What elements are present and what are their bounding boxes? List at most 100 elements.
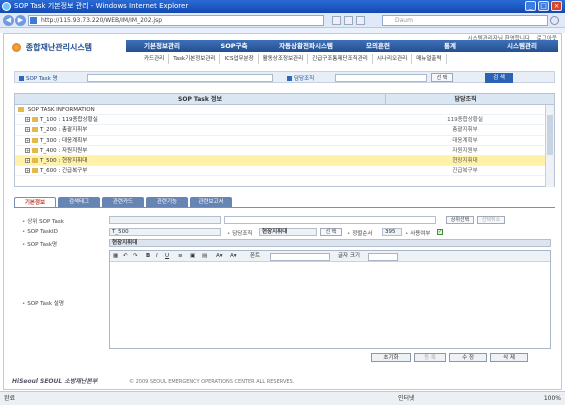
row-name: T_100 : 119종합상황실 — [40, 117, 98, 124]
tab-basic-info[interactable]: 기본정보 — [14, 197, 56, 207]
row-name: T_600 : 긴급복구부 — [40, 168, 88, 175]
submenu-item[interactable]: 긴급구조통제단조직관리 — [308, 54, 373, 64]
table-row[interactable]: + T_200 : 총괄지휘부 총괄지휘부 — [15, 125, 554, 136]
menu-item[interactable]: 통계 — [414, 40, 486, 52]
org-search-input[interactable] — [335, 74, 427, 82]
table-row[interactable]: + T_600 : 긴급복구부 긴급복구부 — [15, 166, 554, 177]
page-icon — [30, 17, 37, 24]
parent-select-button[interactable]: 상위선택 — [446, 216, 474, 224]
reset-button[interactable]: 초기화 — [371, 353, 411, 362]
parent-task-input[interactable] — [109, 216, 221, 224]
undo-icon[interactable]: ↶ — [123, 251, 128, 262]
folder-icon — [32, 137, 38, 143]
register-button[interactable]: 등 록 — [414, 353, 446, 362]
submenu-item[interactable]: Task기본정보관리 — [169, 54, 221, 64]
search-row: SOP Task 명 담당조직 선 택 검 색 — [14, 71, 555, 83]
folder-icon — [32, 117, 38, 123]
folder-icon — [32, 168, 38, 174]
table-row-selected[interactable]: + T_500 : 현장지휘대 현장지휘대 — [15, 155, 554, 167]
grid-header: SOP Task 정보 담당조직 — [15, 94, 554, 105]
sop-task-search-input[interactable] — [87, 74, 273, 82]
forward-icon[interactable]: ▶ — [15, 15, 26, 26]
detail-tabs: 기본정보 검색태그 관련카드 관련기능 관련보고서 — [14, 197, 232, 207]
use-checkbox[interactable]: ✓ — [437, 229, 443, 235]
grid-scrollbar[interactable] — [545, 105, 554, 187]
tree-root-label: SOP TASK INFORMATION — [27, 107, 95, 113]
tab-related-function[interactable]: 관련기능 — [146, 197, 188, 207]
row-name: T_400 : 자원지원부 — [40, 147, 88, 154]
table-row[interactable]: + T_300 : 대응계획부 대응계획부 — [15, 136, 554, 146]
stop-icon[interactable] — [356, 16, 365, 25]
italic-icon[interactable]: I — [156, 251, 158, 262]
menu-item[interactable]: 시스템관리 — [486, 40, 558, 52]
url-field[interactable]: http://115.93.73.220/WEB/IM/IM_202.jsp — [28, 15, 324, 26]
minimize-button[interactable]: _ — [525, 1, 536, 11]
modify-button[interactable]: 수 정 — [449, 353, 487, 362]
col-header-org: 담당조직 — [385, 94, 545, 105]
maximize-button[interactable]: □ — [538, 1, 549, 11]
task-tree-grid: SOP Task 정보 담당조직 SOP TASK INFORMATION + T… — [14, 93, 555, 187]
tree-root[interactable]: SOP TASK INFORMATION — [15, 105, 554, 116]
submenu-item[interactable]: 활동상조정보관리 — [259, 54, 309, 64]
org-select-button[interactable]: 선 택 — [431, 73, 453, 82]
zoom-level[interactable]: 100% — [544, 392, 561, 405]
font-size-select[interactable] — [368, 253, 398, 261]
task-name-input[interactable]: 현장지휘대 — [109, 239, 551, 247]
detail-form: 상위 SOP Task 상위선택 선택취소 SOP TaskID T_500 담… — [14, 211, 555, 349]
row-org: 대응계획부 — [452, 137, 478, 144]
bold-icon[interactable]: B — [146, 251, 150, 262]
org-input[interactable]: 현장지휘대 — [259, 228, 317, 236]
image-icon[interactable]: ▣ — [190, 251, 195, 262]
table-row[interactable]: + T_400 : 자원지원부 자원지원부 — [15, 146, 554, 156]
parent-clear-button[interactable]: 선택취소 — [477, 216, 505, 224]
redo-icon[interactable]: ↷ — [133, 251, 138, 262]
tab-divider — [14, 207, 555, 208]
align-left-icon[interactable]: ≡ — [178, 251, 183, 262]
order-label: 정렬순서 — [347, 231, 373, 237]
submenu-item[interactable]: 카드관리 — [140, 54, 170, 64]
search-button[interactable]: 검 색 — [485, 73, 513, 83]
back-icon[interactable]: ◀ — [3, 15, 14, 26]
underline-icon[interactable]: U — [165, 251, 169, 262]
tab-related-card[interactable]: 관련카드 — [102, 197, 144, 207]
refresh-icon[interactable] — [344, 16, 353, 25]
page: 시스템관리자님 환영합니다 로그아웃 종합재난관리시스템 기본정보관리 SOP구… — [3, 33, 562, 390]
menu-item[interactable]: SOP구축 — [198, 40, 270, 52]
logo[interactable]: 종합재난관리시스템 — [12, 42, 92, 53]
menu-item[interactable]: 기본정보관리 — [126, 40, 198, 52]
table-row[interactable]: + T_100 : 119종합상황실 119종합상황실 — [15, 115, 554, 126]
menu-item[interactable]: 모의훈련 — [342, 40, 414, 52]
description-editor[interactable]: ▦ ↶ ↷ B I U ≡ ▣ ▤ A▾ A▾ 폰트 글자 크기 — [109, 250, 551, 349]
expand-icon[interactable]: + — [25, 117, 30, 123]
highlight-icon[interactable]: A▾ — [230, 251, 237, 262]
submenu-item[interactable]: ICS업무분장 — [220, 54, 259, 64]
expand-icon[interactable]: + — [25, 127, 30, 133]
menu-item[interactable]: 자동상황전파시스템 — [270, 40, 342, 52]
submenu-item[interactable]: 매뉴얼출력 — [412, 54, 447, 64]
folder-icon — [32, 147, 38, 153]
expand-icon[interactable]: + — [25, 157, 30, 163]
source-icon[interactable]: ▦ — [113, 251, 118, 262]
delete-button[interactable]: 삭 제 — [490, 353, 528, 362]
close-button[interactable]: × — [551, 1, 562, 11]
expand-icon[interactable]: + — [25, 168, 30, 174]
font-select[interactable] — [270, 253, 330, 261]
org-select-button[interactable]: 선 택 — [320, 228, 342, 236]
text-color-icon[interactable]: A▾ — [216, 251, 223, 262]
expand-icon[interactable]: + — [25, 147, 30, 153]
order-input[interactable]: 395 — [382, 228, 402, 236]
row-name: T_300 : 대응계획부 — [40, 137, 88, 144]
status-bar: 완료 인터넷 100% — [0, 391, 565, 405]
search-icon[interactable] — [550, 16, 559, 25]
tab-search-tag[interactable]: 검색태그 — [58, 197, 100, 207]
dropdown-icon[interactable] — [332, 16, 341, 25]
submenu-item[interactable]: 시나리오관리 — [373, 54, 413, 64]
footer-brand: HiSeoul SEOUL 소방재난본부 — [12, 378, 98, 385]
scroll-thumb[interactable] — [547, 115, 553, 155]
web-search-input[interactable]: Daum — [382, 15, 548, 26]
table-icon[interactable]: ▤ — [202, 251, 207, 262]
task-id-input[interactable]: T_500 — [109, 228, 221, 236]
parent-task-name-input[interactable] — [224, 216, 436, 224]
tab-related-report[interactable]: 관련보고서 — [190, 197, 232, 207]
expand-icon[interactable]: + — [25, 137, 30, 143]
